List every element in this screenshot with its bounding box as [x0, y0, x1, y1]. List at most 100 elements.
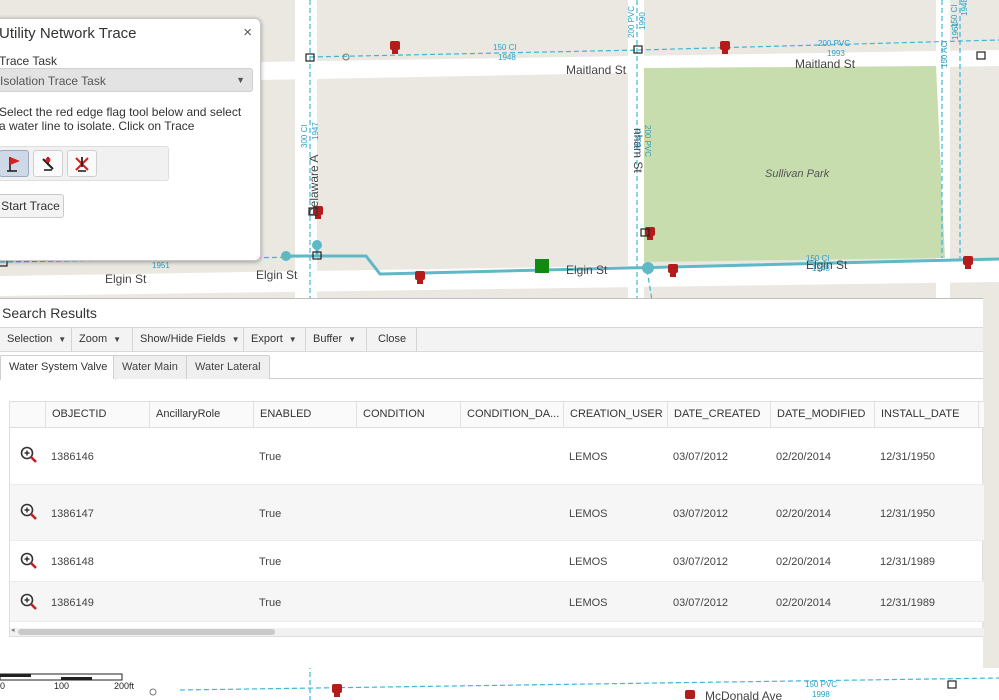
- red-flag-icon: [7, 156, 20, 172]
- chevron-down-icon: ▼: [58, 335, 67, 344]
- menu-label: Show/Hide Fields: [140, 333, 226, 345]
- trace-instructions: Select the red edge flag tool below and …: [0, 105, 242, 133]
- pipe-label: 1998: [812, 690, 830, 699]
- cell-install-date: 12/31/1989: [880, 556, 936, 568]
- cell-date-modified: 02/20/2014: [776, 556, 832, 568]
- street-label: McDonald Ave: [705, 689, 782, 700]
- scale-label: 100: [54, 681, 69, 691]
- menu-label: Close: [378, 333, 407, 345]
- cell-creation-user: LEMOS: [569, 508, 608, 520]
- junction-barrier-tool-button[interactable]: [33, 150, 63, 177]
- cell-date-created: 03/07/2012: [673, 597, 729, 609]
- tab-water-lateral[interactable]: Water Lateral: [186, 355, 270, 379]
- edge-flag-tool-button[interactable]: [0, 150, 29, 177]
- column-header-condition-date[interactable]: CONDITION_DA...: [460, 402, 563, 427]
- cell-date-modified: 02/20/2014: [776, 508, 832, 520]
- street-label: Maitland St: [566, 63, 627, 77]
- scrollbar-thumb[interactable]: [18, 629, 275, 635]
- column-header-enabled[interactable]: ENABLED: [253, 402, 356, 427]
- scroll-left-icon[interactable]: ◂: [11, 626, 15, 634]
- edge-flag-marker: [535, 259, 549, 273]
- street-label: Delaware A: [307, 155, 321, 216]
- park-label: Sullivan Park: [765, 168, 830, 180]
- trace-task-select[interactable]: Isolation Trace Task ▼: [0, 68, 253, 92]
- barrier-icon: [42, 156, 54, 171]
- column-header-date-modified[interactable]: DATE_MODIFIED: [770, 402, 874, 427]
- street-label: Maitland St: [795, 57, 856, 71]
- cell-install-date: 12/31/1950: [880, 451, 936, 463]
- search-results-panel: Search Results Selection ▼ Zoom ▼ Show/Hid…: [0, 298, 984, 668]
- show-hide-fields-menu-button[interactable]: Show/Hide Fields ▼: [133, 328, 244, 351]
- tab-water-system-valve[interactable]: Water System Valve: [0, 355, 117, 380]
- table-row[interactable]: 1386149 True LEMOS 03/07/2012 02/20/2014…: [10, 582, 984, 622]
- pipe-label: 1948: [498, 53, 516, 62]
- tab-water-main[interactable]: Water Main: [113, 355, 187, 379]
- column-header-date-created[interactable]: DATE_CREATED: [667, 402, 770, 427]
- cell-enabled: True: [259, 508, 282, 520]
- chevron-down-icon: ▼: [348, 335, 357, 344]
- results-grid: OBJECTID AncillaryRole ENABLED CONDITION…: [9, 401, 984, 637]
- table-row[interactable]: 1386147 True LEMOS 03/07/2012 02/20/2014…: [10, 485, 984, 541]
- street-label: Elgin St: [566, 263, 608, 277]
- column-header-creation-user[interactable]: CREATION_USER: [563, 402, 667, 427]
- cell-creation-user: LEMOS: [569, 451, 608, 463]
- pipe-label: 1948: [812, 264, 830, 273]
- street-label: Elgin St: [105, 272, 147, 286]
- cell-enabled: True: [259, 597, 282, 609]
- zoom-to-feature-icon[interactable]: [20, 446, 38, 464]
- zoom-menu-button[interactable]: Zoom ▼: [72, 328, 133, 351]
- cell-enabled: True: [259, 556, 282, 568]
- menu-label: Export: [251, 333, 283, 345]
- chevron-down-icon: ▼: [236, 75, 245, 85]
- column-header-ancillaryrole[interactable]: AncillaryRole: [149, 402, 253, 427]
- trace-toolbar: [0, 146, 169, 181]
- pipe-label: 1990: [638, 12, 647, 30]
- cell-date-created: 03/07/2012: [673, 508, 729, 520]
- pipe-label: 1993: [827, 49, 845, 58]
- pipe-label: 1990: [633, 130, 642, 148]
- pipe-label: 1948: [960, 0, 969, 16]
- pipe-label: 1951: [152, 261, 170, 270]
- street-label: Elgin St: [256, 268, 298, 282]
- cell-objectid: 1386149: [51, 597, 94, 609]
- export-menu-button[interactable]: Export ▼: [244, 328, 306, 351]
- zoom-to-feature-icon[interactable]: [20, 503, 38, 521]
- column-header-install-date[interactable]: INSTALL_DATE: [874, 402, 978, 427]
- buffer-menu-button[interactable]: Buffer ▼: [306, 328, 367, 351]
- close-results-button[interactable]: Close: [367, 328, 417, 351]
- table-row[interactable]: 1386146 True LEMOS 03/07/2012 02/20/2014…: [10, 428, 984, 485]
- selection-menu-button[interactable]: Selection ▼: [0, 328, 72, 351]
- pipe-label: 200 PVC: [818, 39, 850, 48]
- clear-flags-tool-button[interactable]: [67, 150, 97, 177]
- zoom-to-feature-icon[interactable]: [20, 593, 38, 611]
- trace-junction: [642, 262, 654, 274]
- pipe-label: 1947: [311, 122, 320, 140]
- cell-objectid: 1386148: [51, 556, 94, 568]
- trace-junction: [312, 240, 322, 250]
- column-header-objectid[interactable]: OBJECTID: [45, 402, 149, 427]
- pipe-label: 150 CI: [806, 254, 830, 263]
- horizontal-scrollbar[interactable]: ◂: [10, 626, 984, 636]
- clear-flags-icon: [75, 156, 89, 172]
- pipe-label: 200 PVC: [643, 125, 652, 157]
- chevron-down-icon: ▼: [288, 335, 297, 344]
- pipe-label: 200 PVC: [627, 6, 636, 38]
- results-menubar: Selection ▼ Zoom ▼ Show/Hide Fields ▼ Expor…: [0, 327, 983, 352]
- menu-label: Zoom: [79, 333, 108, 345]
- column-header-condition[interactable]: CONDITION: [356, 402, 460, 427]
- close-icon[interactable]: ×: [243, 24, 252, 41]
- start-trace-button[interactable]: Start Trace: [0, 194, 64, 218]
- scale-label: 200ft: [114, 681, 135, 691]
- trace-junction: [281, 251, 291, 261]
- trace-task-label: Trace Task: [0, 54, 58, 68]
- table-row[interactable]: 1386148 True LEMOS 03/07/2012 02/20/2014…: [10, 541, 984, 582]
- pipe-label: 150 CI: [950, 4, 959, 28]
- zoom-to-feature-icon[interactable]: [20, 552, 38, 570]
- cell-creation-user: LEMOS: [569, 597, 608, 609]
- hydrant-icon: [685, 690, 695, 699]
- cell-objectid: 1386147: [51, 508, 94, 520]
- menu-label: Buffer: [313, 333, 343, 345]
- chevron-down-icon: ▼: [231, 335, 240, 344]
- layer-tabs: Water System Valve Water Main Water Late…: [0, 355, 983, 380]
- pipe-label: 150 AC: [940, 42, 949, 68]
